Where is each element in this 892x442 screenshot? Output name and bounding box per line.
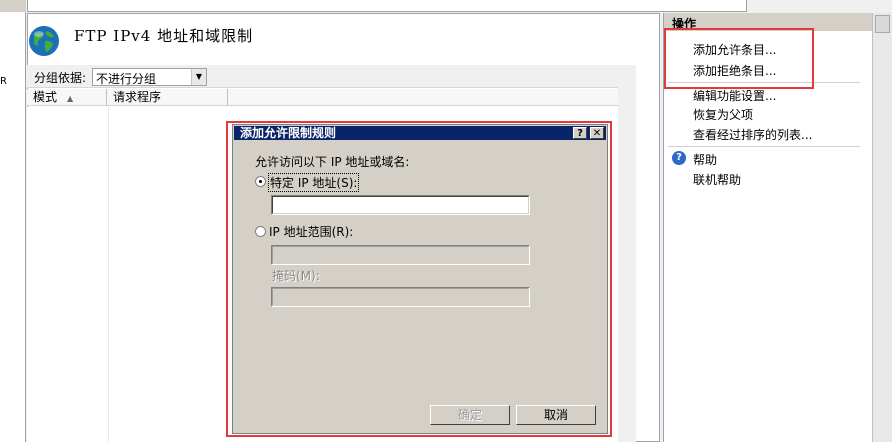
edit-feature-settings-link[interactable]: 编辑功能设置...	[693, 87, 776, 104]
online-help-link[interactable]: 联机帮助	[693, 171, 741, 188]
page-title: FTP IPv4 地址和域限制	[74, 27, 254, 45]
left-pane-toolbar	[0, 0, 26, 12]
actions-separator	[668, 146, 860, 147]
column-requester[interactable]: 请求程序	[107, 89, 228, 106]
revert-to-parent-link[interactable]: 恢复为父项	[693, 106, 753, 123]
top-bar	[27, 0, 747, 12]
highlight-box-actions	[664, 28, 814, 89]
list-header: 模式 ▲ 请求程序	[27, 89, 618, 106]
group-by-value: 不进行分组	[96, 72, 157, 86]
actions-scrollbar[interactable]	[872, 13, 892, 442]
view-ordered-list-link[interactable]: 查看经过排序的列表...	[693, 126, 812, 143]
highlight-box-dialog	[226, 121, 612, 437]
left-tree-pane: R	[0, 0, 26, 442]
help-link[interactable]: 帮助	[693, 151, 717, 168]
column-mode-label: 模式	[33, 90, 58, 104]
main-scrollbar[interactable]	[618, 65, 636, 442]
globe-icon	[29, 26, 59, 56]
column-mode[interactable]: 模式 ▲	[27, 89, 107, 106]
help-icon: ?	[672, 151, 686, 165]
group-by-label: 分组依据:	[34, 71, 87, 85]
column-requester-label: 请求程序	[113, 90, 162, 104]
scrollbar-thumb[interactable]	[875, 15, 890, 33]
tree-node-fragment[interactable]: R	[0, 76, 7, 87]
sort-ascending-icon: ▲	[67, 94, 74, 103]
chevron-down-icon[interactable]: ▼	[191, 69, 206, 85]
column-divider	[108, 107, 109, 442]
group-by-select[interactable]: 不进行分组 ▼	[92, 68, 207, 86]
